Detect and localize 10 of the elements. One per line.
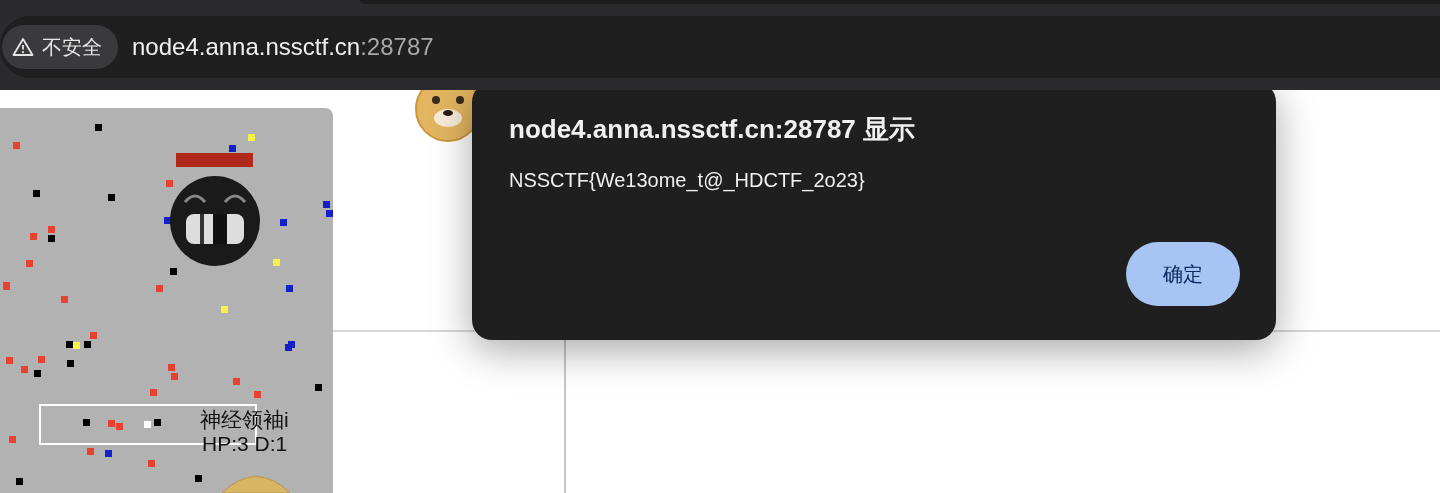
confirm-button[interactable]: 确定 bbox=[1126, 242, 1240, 306]
dialog-title: node4.anna.nssctf.cn:28787 显示 bbox=[509, 113, 917, 146]
url-text[interactable]: node4.anna.nssctf.cn:28787 bbox=[132, 33, 434, 61]
coin-drawing bbox=[221, 476, 291, 493]
player-stats: HP:3 D:1 bbox=[202, 432, 288, 456]
address-bar[interactable]: 不安全 node4.anna.nssctf.cn:28787 bbox=[0, 16, 1440, 78]
player-name: 神经领袖i bbox=[200, 407, 289, 433]
dialog-message: NSSCTF{We13ome_t@_HDCTF_2o23} bbox=[509, 169, 866, 192]
security-chip[interactable]: 不安全 bbox=[2, 25, 118, 69]
warning-icon bbox=[12, 37, 34, 57]
